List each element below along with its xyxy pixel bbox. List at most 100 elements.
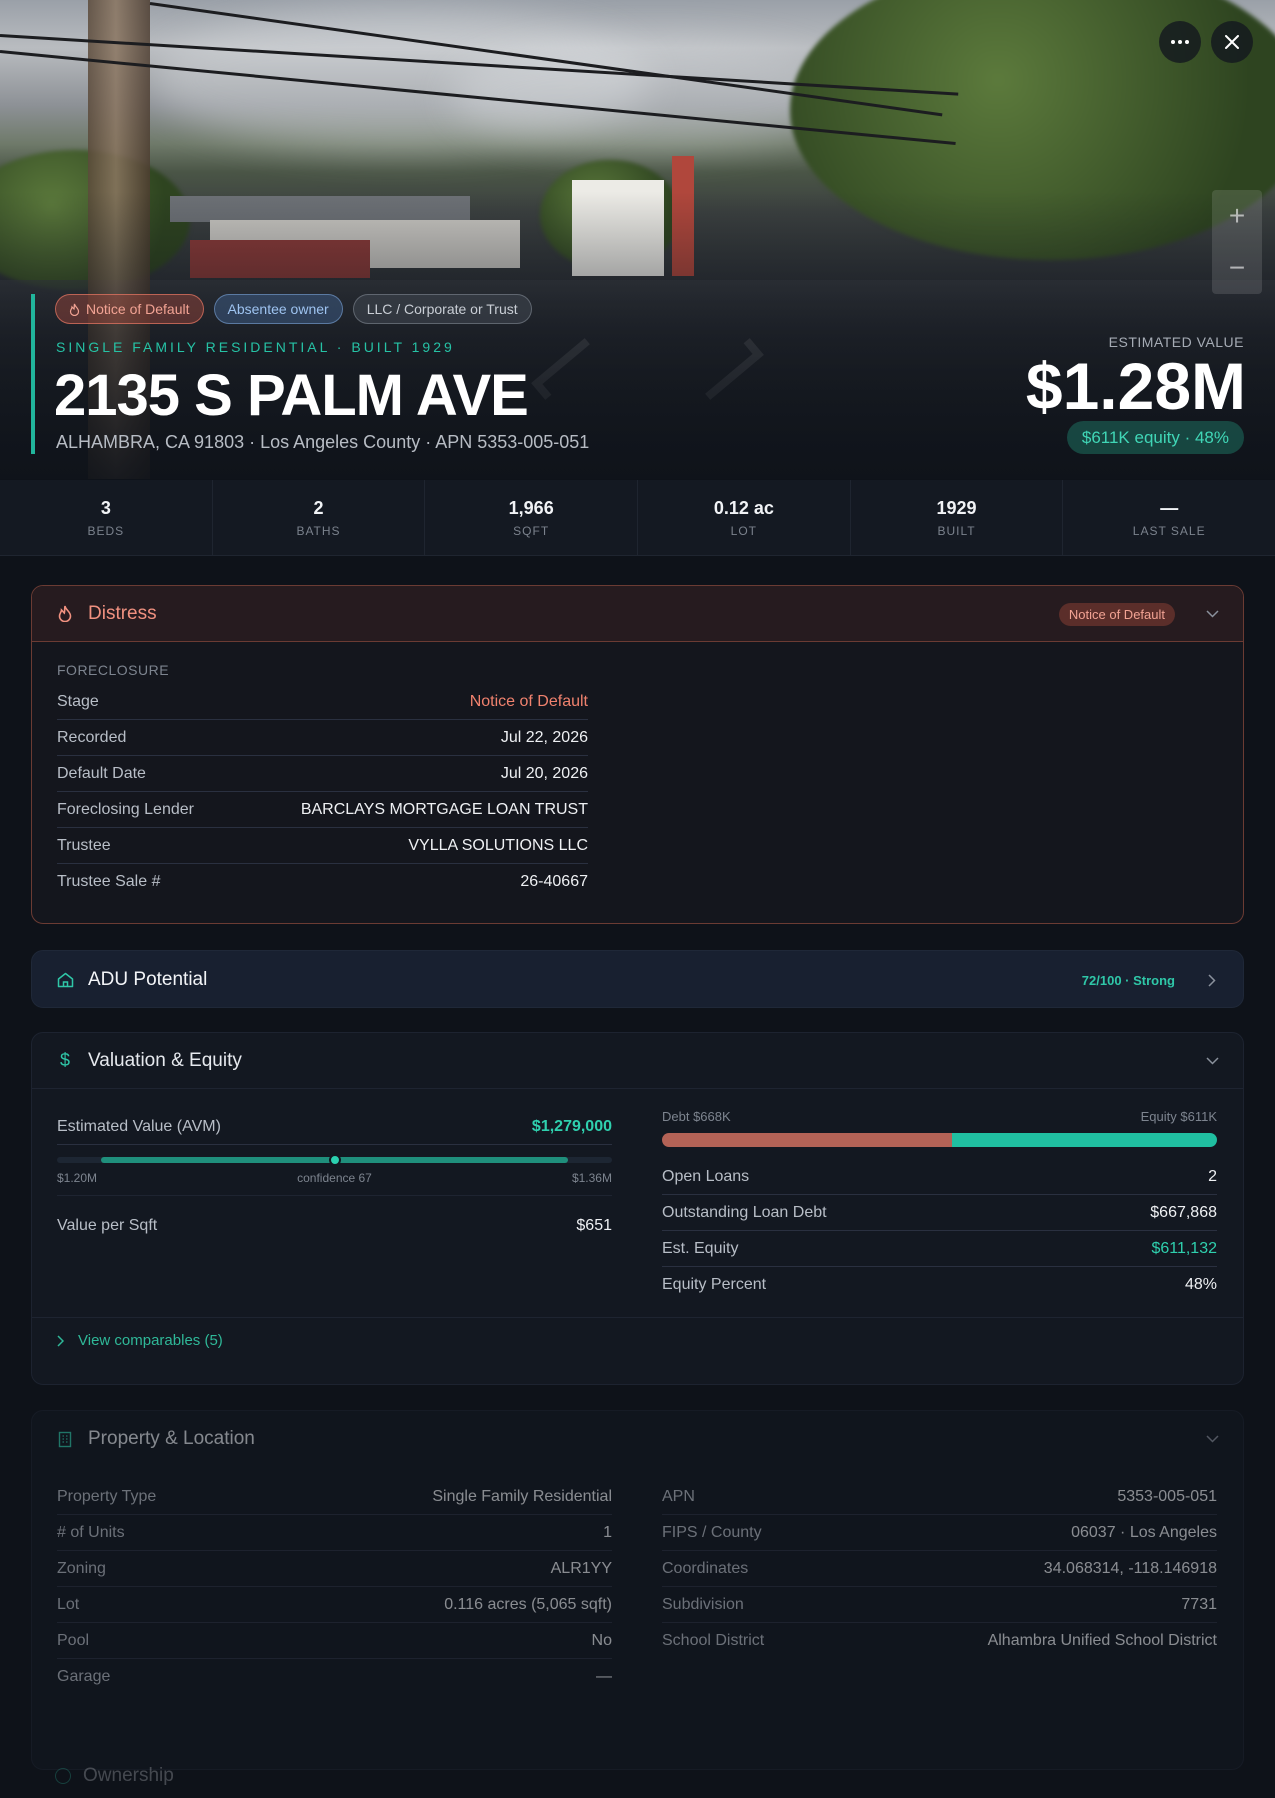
detail-row: Recorded Jul 22, 2026 — [57, 720, 588, 756]
detail-value: 7731 — [1181, 1595, 1217, 1613]
tag-notice-of-default[interactable]: Notice of Default — [55, 294, 204, 324]
detail-label: Lot — [57, 1595, 80, 1613]
debt-segment — [662, 1133, 952, 1147]
detail-value: Single Family Residential — [432, 1487, 612, 1505]
detail-value: $667,868 — [1150, 1203, 1217, 1221]
user-icon — [55, 1768, 71, 1784]
tag-llc-corporate[interactable]: LLC / Corporate or Trust — [352, 294, 532, 324]
ownership-title: Ownership — [83, 1765, 174, 1786]
detail-label: Default Date — [57, 764, 146, 782]
avm-value: $1,279,000 — [531, 1117, 612, 1135]
equity-label: Equity $611K — [1140, 1109, 1217, 1124]
range-high: $1.36M — [571, 1171, 612, 1185]
tag-absentee-owner[interactable]: Absentee owner — [213, 294, 343, 324]
stat-value: 1929 — [936, 497, 977, 518]
detail-row: Equity Percent 48% — [662, 1267, 1217, 1303]
detail-value: 5353-005-051 — [1117, 1487, 1217, 1505]
detail-row: Trustee VYLLA SOLUTIONS LLC — [57, 828, 588, 864]
building-icon — [56, 1430, 74, 1448]
view-comparables-link[interactable]: View comparables (5) — [32, 1318, 1243, 1363]
debt-label: Debt $668K — [662, 1109, 731, 1124]
detail-row: FIPS / County 06037 · Los Angeles — [662, 1515, 1217, 1551]
detail-label: Coordinates — [662, 1559, 749, 1577]
detail-value: 1 — [603, 1523, 612, 1541]
detail-label: APN — [662, 1487, 695, 1505]
distress-header[interactable]: Distress Notice of Default — [32, 586, 1243, 642]
stat-label: LAST SALE — [1132, 523, 1206, 538]
valuation-header[interactable]: $ Valuation & Equity — [32, 1033, 1243, 1089]
detail-label: Equity Percent — [662, 1276, 767, 1293]
stat-last-sale: — LAST SALE — [1063, 480, 1275, 555]
loan-details: Open Loans 2 Outstanding Loan Debt $667,868… — [662, 1159, 1217, 1303]
property-details-right: APN 5353-005-051 FIPS / County 06037 · Los … — [662, 1479, 1217, 1695]
detail-label: Zoning — [57, 1559, 106, 1577]
detail-row: Subdivision 7731 — [662, 1587, 1217, 1623]
detail-row: Trustee Sale # 26-40667 — [57, 864, 588, 900]
detail-row: Est. Equity $611,132 — [662, 1231, 1217, 1267]
detail-label: Property Type — [57, 1487, 157, 1505]
adu-potential-card[interactable]: ADU Potential 72/100 · Strong — [31, 950, 1244, 1008]
ellipsis-icon — [1171, 40, 1189, 44]
equity-segment — [951, 1133, 1217, 1147]
detail-value: BARCLAYS MORTGAGE LOAN TRUST — [300, 800, 588, 818]
detail-row: Garage — — [57, 1659, 612, 1695]
stat-value: 3 — [100, 497, 111, 518]
adu-header[interactable]: ADU Potential 72/100 · Strong — [32, 951, 1243, 1007]
valuation-equity-card: $ Valuation & Equity Estimated Value (AV… — [31, 1032, 1244, 1385]
stat-beds: 3 BEDS — [0, 480, 213, 555]
confidence-text: confidence 67 — [297, 1171, 372, 1185]
stat-baths: 2 BATHS — [213, 480, 426, 555]
chevron-down-icon[interactable] — [1205, 607, 1219, 621]
stat-sqft: 1,966 SQFT — [425, 480, 639, 555]
detail-value: 34.068314, -118.146918 — [1043, 1559, 1217, 1577]
detail-row: Coordinates 34.068314, -118.146918 — [662, 1551, 1217, 1587]
detail-row: Pool No — [57, 1623, 612, 1659]
stat-lot: 0.12 ac LOT — [638, 480, 851, 555]
value-per-sqft-value: $651 — [576, 1217, 612, 1234]
detail-row: APN 5353-005-051 — [662, 1479, 1217, 1515]
detail-label: Outstanding Loan Debt — [662, 1203, 827, 1221]
close-icon — [1225, 35, 1239, 49]
flame-icon — [69, 303, 80, 316]
tag-label: LLC / Corporate or Trust — [366, 301, 518, 317]
adu-score: 72/100 · Strong — [1081, 972, 1175, 988]
confidence-labels: $1.20M confidence 67 $1.36M — [57, 1171, 612, 1185]
detail-value: Jul 20, 2026 — [500, 764, 588, 782]
property-address-title: 2135 S PALM AVE — [54, 363, 529, 428]
more-options-button[interactable] — [1159, 21, 1201, 63]
stat-label: LOT — [730, 523, 758, 538]
chevron-down-icon[interactable] — [1205, 1432, 1219, 1446]
detail-row: # of Units 1 — [57, 1515, 612, 1551]
zoom-out-button[interactable]: − — [1212, 242, 1262, 294]
detail-label: Open Loans — [662, 1167, 750, 1185]
stat-label: SQFT — [513, 523, 550, 538]
chevron-down-icon[interactable] — [1205, 1054, 1219, 1068]
detail-label: Garage — [57, 1668, 111, 1685]
value-per-sqft-row: Value per Sqft $651 — [57, 1196, 612, 1256]
debt-equity-bar — [662, 1133, 1217, 1147]
detail-value: VYLLA SOLUTIONS LLC — [408, 836, 588, 854]
property-header[interactable]: Property & Location — [32, 1411, 1243, 1467]
stat-label: BATHS — [296, 523, 341, 538]
chevron-right-icon[interactable] — [1205, 973, 1219, 987]
detail-label: Stage — [57, 692, 99, 710]
zoom-in-button[interactable]: + — [1212, 190, 1262, 242]
stat-value: 0.12 ac — [713, 497, 774, 518]
detail-label: Est. Equity — [662, 1239, 739, 1257]
equity-pill: $611K equity · 48% — [1066, 421, 1244, 454]
detail-label: Trustee Sale # — [57, 873, 161, 890]
valuation-title: Valuation & Equity — [88, 1049, 242, 1071]
tag-label: Absentee owner — [227, 301, 329, 317]
stat-value: — — [1160, 497, 1179, 518]
property-subtitle: SINGLE FAMILY RESIDENTIAL · BUILT 1929 — [56, 339, 455, 355]
debt-equity-labels: Debt $668K Equity $611K — [662, 1109, 1217, 1124]
foreclosure-section-label: FORECLOSURE — [57, 662, 170, 678]
confidence-range-bar — [57, 1154, 612, 1166]
detail-value: $611,132 — [1151, 1239, 1217, 1257]
ownership-section-header[interactable]: Ownership — [55, 1765, 174, 1787]
tag-label: Notice of Default — [86, 301, 190, 317]
distress-badge: Notice of Default — [1058, 602, 1175, 626]
detail-value: 2 — [1208, 1167, 1217, 1185]
close-button[interactable] — [1211, 21, 1253, 63]
detail-value: 0.116 acres (5,065 sqft) — [444, 1595, 612, 1613]
